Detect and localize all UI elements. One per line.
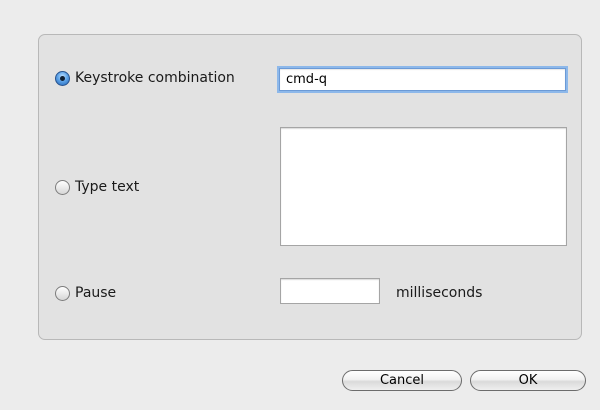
- type-text-radio-option[interactable]: Type text: [55, 179, 139, 195]
- dialog-window: Keystroke combination Type text Pause mi…: [0, 0, 600, 410]
- radio-selected-dot-icon: [60, 75, 65, 81]
- milliseconds-unit-label: milliseconds: [396, 285, 483, 301]
- pause-radio-option[interactable]: Pause: [55, 285, 116, 301]
- pause-label: Pause: [75, 285, 117, 301]
- pause-radio-icon[interactable]: [55, 285, 70, 301]
- pause-milliseconds-input[interactable]: [280, 278, 380, 304]
- keystroke-label: Keystroke combination: [75, 70, 235, 86]
- type-text-radio-icon[interactable]: [55, 179, 70, 195]
- keystroke-radio-option[interactable]: Keystroke combination: [55, 70, 235, 86]
- cancel-button[interactable]: Cancel: [342, 370, 462, 391]
- keystroke-input[interactable]: [279, 68, 566, 91]
- type-text-label: Type text: [75, 179, 140, 195]
- keystroke-radio-icon[interactable]: [55, 70, 70, 86]
- type-text-area[interactable]: [280, 127, 567, 246]
- ok-button[interactable]: OK: [470, 370, 586, 391]
